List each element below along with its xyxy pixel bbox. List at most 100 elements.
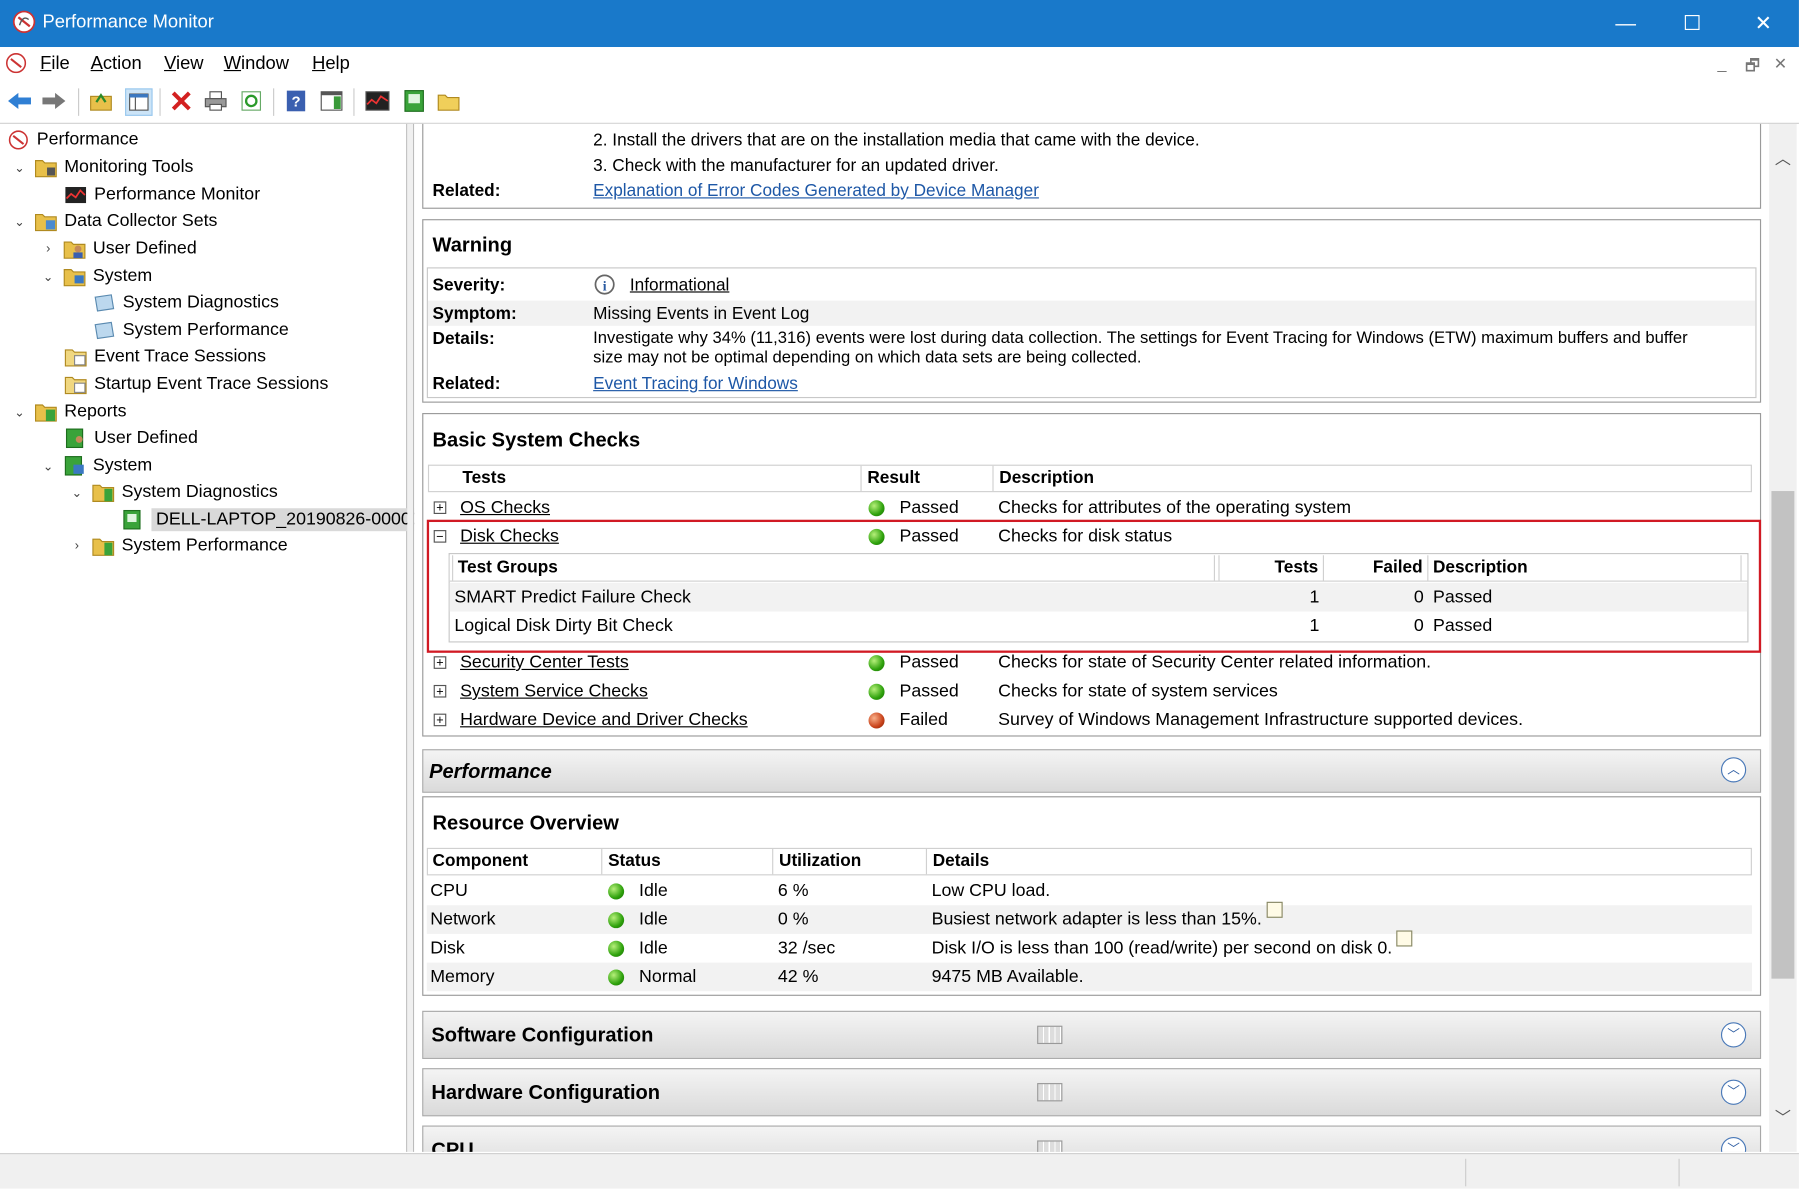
tree-item-label: Data Collector Sets [64, 211, 218, 231]
resource-row-cpu: CPU Idle 6 % Low CPU load. [427, 877, 1752, 906]
tree-item-performance[interactable]: Performance [7, 127, 139, 152]
tree-item-dcs-system[interactable]: ⌄ System [40, 264, 152, 289]
menu-action[interactable]: Action [91, 54, 142, 75]
tree-item-reports-system[interactable]: ⌄ System [40, 453, 152, 478]
tree-item-startup-event-trace-sessions[interactable]: Startup Event Trace Sessions [64, 372, 328, 397]
mdi-close-button[interactable]: ✕ [1774, 54, 1787, 74]
check-name[interactable]: System Service Checks [460, 677, 648, 706]
check-row-hardware-device: + Hardware Device and Driver Checks Fail… [428, 706, 1753, 735]
performance-monitor-icon [65, 187, 87, 204]
hardware-configuration-band[interactable]: Hardware Configuration ﹀ [422, 1068, 1762, 1117]
cpu-band[interactable]: CPU ﹀ [422, 1125, 1762, 1152]
show-hide-tree-icon[interactable] [125, 88, 153, 116]
expand-icon[interactable]: + [433, 684, 447, 698]
tree-item-dcs-user-defined[interactable]: › User Defined [40, 236, 197, 261]
expand-icon[interactable]: + [433, 713, 447, 727]
component-details: 9475 MB Available. [931, 967, 1084, 987]
svg-text:?: ? [291, 95, 300, 111]
folder-icon[interactable] [436, 88, 461, 113]
expand-section-icon[interactable]: ﹀ [1720, 1022, 1747, 1048]
mdi-restore-button[interactable]: 🗗 [1745, 54, 1760, 82]
up-folder-icon[interactable] [88, 88, 113, 113]
expand-section-icon[interactable]: ﹀ [1720, 1079, 1747, 1105]
note-icon[interactable] [1266, 901, 1283, 918]
scroll-thumb[interactable] [1771, 491, 1795, 979]
help-icon[interactable]: ? [283, 88, 308, 113]
performance-monitor-icon[interactable] [365, 88, 390, 113]
component-utilization: 0 % [777, 909, 809, 930]
show-hide-action-pane-icon[interactable] [319, 88, 344, 113]
collapse-section-icon[interactable]: ︿ [1720, 757, 1747, 783]
etw-link[interactable]: Event Tracing for Windows [593, 374, 798, 394]
expand-icon[interactable]: + [433, 501, 447, 515]
tree-item-label: Startup Event Trace Sessions [94, 374, 329, 394]
tree-item-reports[interactable]: ⌄ Reports [11, 399, 127, 424]
note-icon[interactable] [1396, 930, 1413, 947]
basic-checks-heading: Basic System Checks [432, 427, 641, 451]
scroll-down-icon[interactable]: ﹀ [1769, 1106, 1797, 1129]
mdi-minimize-button[interactable]: _ [1718, 54, 1727, 72]
pane-splitter[interactable] [407, 123, 415, 1152]
chevron-down-icon[interactable]: ⌄ [40, 269, 56, 284]
refresh-icon[interactable] [239, 88, 264, 113]
check-description: Checks for state of system services [998, 681, 1278, 702]
error-codes-link[interactable]: Explanation of Error Codes Generated by … [593, 181, 1039, 201]
forward-icon[interactable] [41, 88, 66, 113]
performance-band-title: Performance [429, 759, 552, 783]
check-name[interactable]: OS Checks [460, 493, 550, 522]
warning-heading: Warning [432, 232, 513, 256]
chevron-down-icon[interactable]: ⌄ [40, 458, 56, 473]
tree-item-data-collector-sets[interactable]: ⌄ Data Collector Sets [11, 209, 217, 234]
reports-folder-icon [34, 404, 57, 422]
chevron-down-icon[interactable]: ⌄ [69, 485, 85, 500]
delete-icon[interactable] [169, 88, 194, 113]
tree-item-event-trace-sessions[interactable]: Event Trace Sessions [64, 344, 266, 369]
user-report-icon [65, 428, 84, 449]
user-folder-icon [63, 241, 86, 259]
scroll-up-icon[interactable]: ︿ [1769, 147, 1797, 170]
print-icon[interactable] [203, 88, 228, 113]
tree-item-label: DELL-LAPTOP_20190826-000001 [151, 508, 436, 532]
tree-item-label: System Performance [121, 535, 288, 556]
chevron-right-icon[interactable]: › [40, 242, 56, 256]
severity-value[interactable]: Informational [630, 275, 729, 295]
tree-item-performance-monitor[interactable]: Performance Monitor [64, 182, 260, 207]
maximize-button[interactable]: ☐ [1658, 0, 1727, 47]
col-tests: Tests [458, 465, 862, 492]
chevron-down-icon[interactable]: ⌄ [11, 160, 27, 175]
menu-view[interactable]: View [164, 54, 203, 75]
check-result: Passed [899, 497, 959, 518]
title-bar: Performance Monitor — ☐ ✕ [0, 0, 1799, 48]
check-name[interactable]: Hardware Device and Driver Checks [460, 706, 748, 735]
close-button[interactable]: ✕ [1729, 0, 1798, 47]
expand-section-icon[interactable]: ﹀ [1720, 1136, 1747, 1152]
performance-icon [8, 130, 28, 150]
symptom-label: Symptom: [432, 304, 517, 324]
component-details: Disk I/O is less than 100 (read/write) p… [932, 930, 1413, 963]
tree-item-monitoring-tools[interactable]: ⌄ Monitoring Tools [11, 155, 193, 180]
expand-icon[interactable]: + [433, 656, 447, 669]
minimize-button[interactable]: — [1591, 0, 1660, 47]
back-icon[interactable] [7, 88, 32, 113]
menu-window[interactable]: Window [224, 54, 289, 75]
disk-checks-highlight [426, 519, 1762, 653]
vertical-scrollbar[interactable]: ︿ ﹀ [1769, 123, 1797, 1152]
menu-file[interactable]: File [40, 54, 70, 75]
col-details: Details [932, 851, 990, 871]
tree-item-reports-system-performance[interactable]: › System Performance [69, 533, 288, 558]
tree-item-dcs-system-diagnostics[interactable]: System Diagnostics [93, 290, 279, 315]
app-system-menu-icon[interactable] [5, 53, 27, 74]
report-icon[interactable] [402, 88, 427, 113]
chevron-down-icon[interactable]: ⌄ [11, 404, 27, 420]
chevron-right-icon[interactable]: › [69, 539, 85, 553]
software-configuration-band[interactable]: Software Configuration ﹀ [422, 1010, 1762, 1059]
menu-help[interactable]: Help [312, 54, 350, 75]
tree-item-reports-system-diagnostics[interactable]: ⌄ System Diagnostics [69, 480, 278, 505]
chevron-down-icon[interactable]: ⌄ [11, 214, 27, 229]
tree-item-dcs-system-performance[interactable]: System Performance [93, 318, 289, 343]
tree-item-report-dell-laptop[interactable]: DELL-LAPTOP_20190826-000001 [122, 507, 436, 532]
tree-item-label: Performance Monitor [94, 184, 261, 205]
tree-item-reports-user-defined[interactable]: User Defined [64, 426, 198, 451]
performance-band[interactable]: Performance ︿ [422, 749, 1762, 793]
warning-section: Warning Severity: i Informational Sympto… [422, 219, 1762, 403]
